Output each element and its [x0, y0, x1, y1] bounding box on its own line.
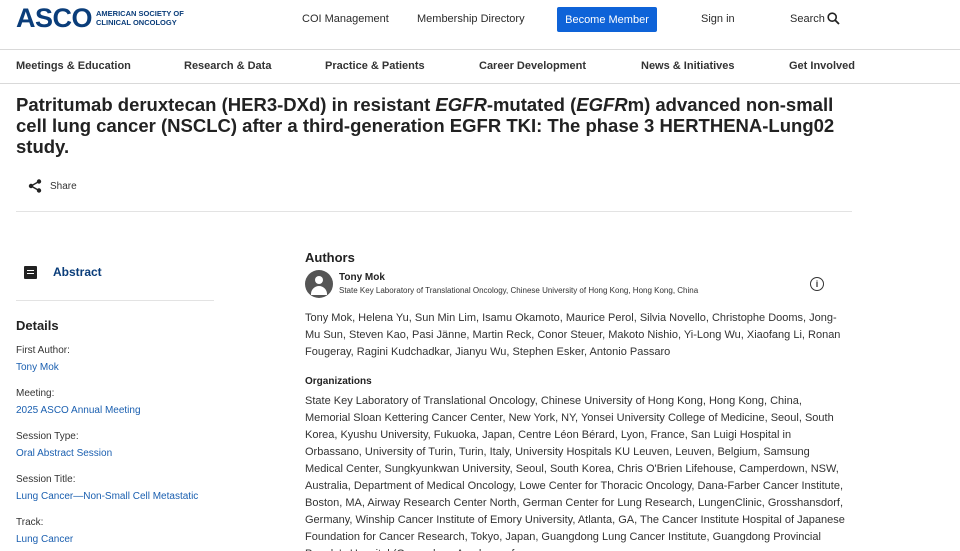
nav-practice-patients[interactable]: Practice & Patients [325, 60, 425, 72]
meeting-link[interactable]: 2025 ASCO Annual Meeting [16, 405, 141, 416]
nav-get-involved[interactable]: Get Involved [789, 60, 855, 72]
avatar [305, 270, 333, 298]
organizations-heading: Organizations [305, 376, 372, 387]
nav-news-initiatives[interactable]: News & Initiatives [641, 60, 735, 72]
session-title-link[interactable]: Lung Cancer—Non-Small Cell Metastatic [16, 491, 198, 502]
first-author-link[interactable]: Tony Mok [16, 362, 59, 373]
session-title-label: Session Title: [16, 474, 76, 485]
share-icon [28, 179, 42, 193]
authors-heading: Authors [305, 250, 355, 265]
first-author-affiliation: State Key Laboratory of Translational On… [339, 286, 699, 295]
asco-logo[interactable]: ASCO American Society of Clinical Oncolo… [16, 5, 196, 32]
first-author-name: Tony Mok [339, 272, 385, 283]
membership-directory-link[interactable]: Membership Directory [417, 13, 525, 25]
coi-management-link[interactable]: COI Management [302, 13, 389, 25]
nav-research-data[interactable]: Research & Data [184, 60, 271, 72]
share-button[interactable]: Share [28, 179, 77, 193]
search-button[interactable]: Search [790, 12, 840, 25]
sidebar-divider [16, 300, 214, 301]
page-title: Patritumab deruxtecan (HER3-DXd) in resi… [16, 94, 835, 157]
meeting-label: Meeting: [16, 388, 55, 399]
logo-subtitle: American Society of Clinical Oncology [96, 9, 184, 27]
nav-meetings-education[interactable]: Meetings & Education [16, 60, 131, 72]
divider [16, 211, 852, 212]
session-type-link[interactable]: Oral Abstract Session [16, 448, 112, 459]
share-label: Share [50, 180, 77, 192]
sign-in-link[interactable]: Sign in [701, 13, 735, 25]
organizations-text: State Key Laboratory of Translational On… [305, 395, 845, 551]
info-icon[interactable]: i [810, 277, 824, 291]
track-label: Track: [16, 517, 44, 528]
nav-career-development[interactable]: Career Development [479, 60, 586, 72]
document-icon [24, 265, 37, 279]
search-label: Search [790, 12, 825, 25]
logo-wordmark: ASCO [16, 3, 93, 33]
search-icon [827, 12, 840, 25]
abstract-link[interactable]: Abstract [24, 265, 102, 279]
abstract-label: Abstract [53, 265, 102, 279]
authors-list: Tony Mok, Helena Yu, Sun Min Lim, Isamu … [305, 312, 841, 358]
track-link[interactable]: Lung Cancer [16, 534, 73, 545]
session-type-label: Session Type: [16, 431, 79, 442]
top-bar: ASCO American Society of Clinical Oncolo… [0, 0, 960, 50]
become-member-button[interactable]: Become Member [557, 7, 657, 32]
main-nav: Meetings & Education Research & Data Pra… [0, 51, 960, 84]
first-author-label: First Author: [16, 345, 70, 356]
details-heading: Details [16, 318, 59, 333]
